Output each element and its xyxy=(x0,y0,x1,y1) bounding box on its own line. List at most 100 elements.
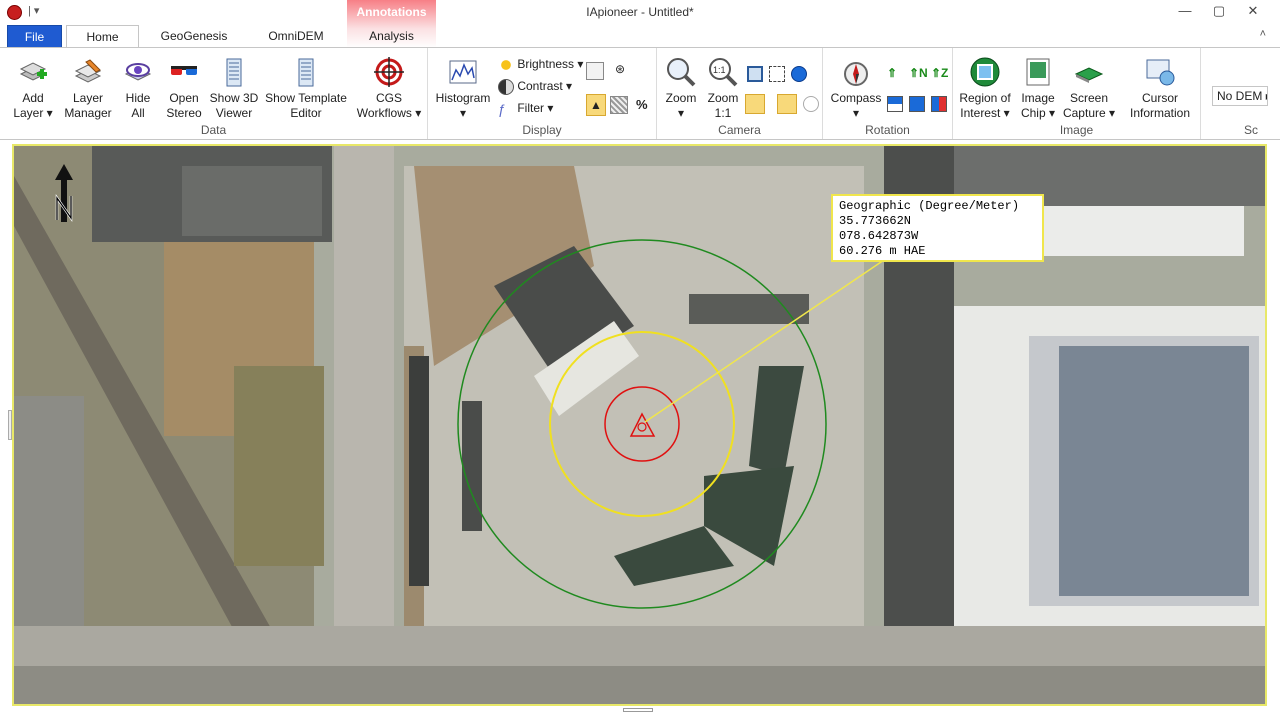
show-template-editor-button[interactable]: Show Template Editor xyxy=(262,56,350,121)
filter-icon: ƒ xyxy=(498,101,506,117)
hide-all-button[interactable]: Hide All xyxy=(118,56,158,121)
cgs-workflows-label: CGS Workflows ▾ xyxy=(356,91,422,120)
minimize-button[interactable]: — xyxy=(1171,2,1199,20)
popup-longitude: 078.642873W xyxy=(839,229,919,243)
building-3d-icon xyxy=(226,58,242,87)
popup-elevation: 60.276 m HAE xyxy=(839,244,926,258)
cgs-workflows-button[interactable]: CGS Workflows ▾ xyxy=(354,56,424,121)
zoom-1-1-icon: 1:1 xyxy=(709,58,738,87)
north-arrow-toggle-icon[interactable]: ▲ xyxy=(586,94,606,116)
histogram-label: Histogram xyxy=(435,91,491,105)
image-chip-button[interactable]: Image Chip ▾ xyxy=(1017,56,1059,121)
flip-vertical-icon[interactable] xyxy=(887,96,903,112)
tab-home[interactable]: Home xyxy=(66,25,139,49)
compass-button[interactable]: Compass ▾ xyxy=(827,56,885,121)
group-label-partial: Sc xyxy=(1244,123,1259,137)
contrast-label: Contrast ▾ xyxy=(517,79,573,94)
north-arrow-icon xyxy=(52,162,76,224)
screen-capture-label: Screen Capture ▾ xyxy=(1062,91,1116,120)
contrast-button[interactable]: Contrast ▾ xyxy=(498,79,572,95)
map-viewport[interactable]: Geographic (Degree/Meter) 35.773662N 078… xyxy=(12,144,1267,706)
dem-select-value: No DEM xyxy=(1217,89,1263,103)
rotate-north-icon[interactable]: ⇑N xyxy=(909,66,928,80)
grid-overlay-icon[interactable] xyxy=(610,96,628,114)
zoom-caret: ▾ xyxy=(677,106,685,120)
rotate-view-icon[interactable] xyxy=(909,96,925,112)
hide-all-label: Hide All xyxy=(125,91,151,120)
bottom-panel-splitter[interactable] xyxy=(623,708,653,712)
cursor-information-icon xyxy=(1146,59,1175,86)
ribbon-tabs: File Home GeoGenesis OmniDEM Analysis ˄ xyxy=(0,24,1280,49)
show-3d-viewer-label: Show 3D Viewer xyxy=(209,91,259,120)
brightness-button[interactable]: Brightness ▾ xyxy=(498,57,583,73)
satellite-image xyxy=(14,146,1265,704)
group-rotation: Compass ▾ ⇑ ⇑N ⇑Z Rotation xyxy=(823,48,953,139)
add-layer-button[interactable]: Add Layer ▾ xyxy=(10,56,56,121)
filter-button[interactable]: ƒ Filter ▾ xyxy=(498,101,553,117)
link-view-icon[interactable] xyxy=(777,94,797,114)
group-label-data: Data xyxy=(200,123,227,137)
screen-capture-icon xyxy=(1074,67,1104,83)
tab-geogenesis[interactable]: GeoGenesis xyxy=(150,25,238,48)
ribbon-home: Add Layer ▾ Layer Manager Hide All Open … xyxy=(0,47,1280,140)
zoom-box-icon[interactable] xyxy=(769,66,785,82)
binoculars-icon[interactable]: ⊛ xyxy=(610,62,630,80)
cursor-info-popup: Geographic (Degree/Meter) 35.773662N 078… xyxy=(831,194,1044,262)
zoom-extent-icon[interactable] xyxy=(747,66,763,82)
stereo-glasses-icon xyxy=(171,66,197,75)
hide-all-icon xyxy=(124,63,152,81)
histogram-icon xyxy=(449,60,477,84)
region-of-interest-icon xyxy=(970,57,1000,87)
pan-view-icon[interactable] xyxy=(745,94,765,114)
title-bar: | ▾ Annotations IApioneer - Untitled* — … xyxy=(0,0,1280,48)
compass-caret: ▾ xyxy=(852,106,860,120)
reset-rotation-icon[interactable] xyxy=(931,96,947,112)
percent-button[interactable]: % xyxy=(636,97,648,112)
zoom-1-1-label: Zoom 1:1 xyxy=(707,91,739,120)
dem-select[interactable]: No DEM ▸ xyxy=(1212,86,1268,106)
filter-label: Filter ▾ xyxy=(517,101,554,116)
tab-omnidem[interactable]: OmniDEM xyxy=(252,25,340,48)
sync-icon[interactable] xyxy=(803,96,819,112)
rotate-z-icon[interactable]: ⇑Z xyxy=(931,66,948,80)
add-layer-icon xyxy=(19,62,47,81)
tab-file[interactable]: File xyxy=(7,25,62,48)
close-button[interactable]: ✕ xyxy=(1239,2,1267,20)
tab-analysis[interactable]: Analysis xyxy=(347,25,436,48)
open-stereo-button[interactable]: Open Stereo xyxy=(162,56,206,121)
maximize-button[interactable]: ▢ xyxy=(1205,2,1233,20)
magnifier-icon xyxy=(667,58,696,87)
open-stereo-label: Open Stereo xyxy=(166,91,202,120)
brightness-label: Brightness ▾ xyxy=(517,57,584,72)
cursor-information-button[interactable]: Cursor Information xyxy=(1123,56,1197,121)
layer-manager-icon xyxy=(74,59,102,83)
layer-manager-label: Layer Manager xyxy=(64,91,112,120)
image-chip-icon xyxy=(1026,58,1050,86)
layer-manager-button[interactable]: Layer Manager xyxy=(62,56,114,121)
dem-select-caret: ▸ xyxy=(1266,89,1267,103)
zoom-1-1-button[interactable]: 1:1 Zoom 1:1 xyxy=(703,56,743,121)
show-3d-viewer-button[interactable]: Show 3D Viewer xyxy=(208,56,260,121)
rotate-up-icon[interactable]: ⇑ xyxy=(887,66,897,80)
zoom-button[interactable]: Zoom ▾ xyxy=(661,56,701,121)
group-image: Region of Interest ▾ Image Chip ▾ Screen… xyxy=(953,48,1201,139)
target-icon xyxy=(374,57,404,87)
group-display: Histogram ▾ Brightness ▾ Contrast ▾ ƒ Fi… xyxy=(428,48,657,139)
globe-icon[interactable] xyxy=(791,66,807,82)
window-title: IApioneer - Untitled* xyxy=(586,5,694,19)
template-editor-icon xyxy=(298,58,314,87)
show-template-editor-label: Show Template Editor xyxy=(265,91,347,120)
group-label-image: Image xyxy=(1059,123,1094,137)
add-layer-label: Add Layer ▾ xyxy=(13,91,53,120)
group-data: Add Layer ▾ Layer Manager Hide All Open … xyxy=(0,48,428,139)
histogram-caret: ▾ xyxy=(459,106,467,120)
cursor-information-label: Cursor Information xyxy=(1129,91,1191,120)
screen-capture-button[interactable]: Screen Capture ▾ xyxy=(1061,56,1117,121)
region-of-interest-label: Region of Interest ▾ xyxy=(959,91,1011,120)
histogram-button[interactable]: Histogram ▾ xyxy=(433,56,493,121)
collapse-ribbon-button[interactable]: ˄ xyxy=(1260,28,1266,40)
region-of-interest-button[interactable]: Region of Interest ▾ xyxy=(957,56,1013,121)
curve-icon[interactable] xyxy=(586,62,604,80)
popup-coordinate-system: Geographic (Degree/Meter) xyxy=(839,199,1020,213)
svg-text:1:1: 1:1 xyxy=(713,65,726,75)
